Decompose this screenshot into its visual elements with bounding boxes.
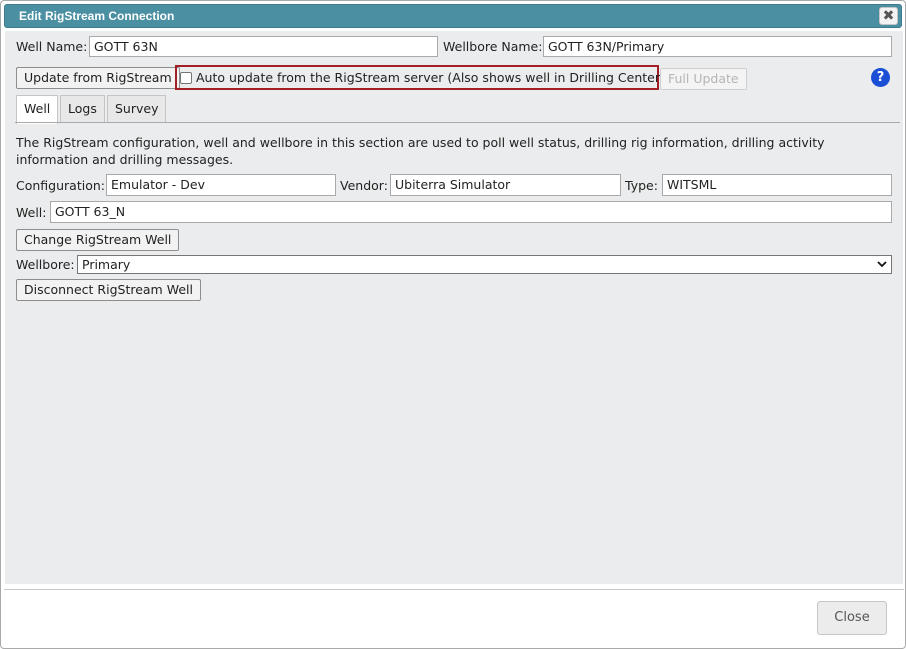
change-rigstream-well-button[interactable]: Change RigStream Well bbox=[16, 229, 180, 251]
dialog-titlebar[interactable]: Edit RigStream Connection ✖ bbox=[4, 4, 902, 28]
type-label: Type: bbox=[625, 178, 658, 193]
tab-divider bbox=[15, 122, 900, 123]
well-name-input[interactable]: GOTT 63N bbox=[89, 36, 438, 57]
update-from-rigstream-button[interactable]: Update from RigStream bbox=[16, 67, 180, 89]
wellbore-name-input[interactable]: GOTT 63N/Primary bbox=[543, 36, 892, 57]
full-update-button[interactable]: Full Update bbox=[660, 68, 747, 90]
tab-well[interactable]: Well bbox=[16, 95, 59, 124]
dialog-content: Well Name: GOTT 63N Wellbore Name: GOTT … bbox=[5, 31, 903, 584]
vendor-input[interactable]: Ubiterra Simulator bbox=[390, 174, 621, 196]
well-input[interactable]: GOTT 63_N bbox=[50, 201, 892, 223]
auto-update-label[interactable]: Auto update from the RigStream server (A… bbox=[196, 70, 665, 85]
wellbore-label: Wellbore: bbox=[16, 257, 75, 272]
disconnect-rigstream-well-button[interactable]: Disconnect RigStream Well bbox=[16, 279, 201, 301]
close-icon[interactable]: ✖ bbox=[879, 7, 898, 25]
chevron-down-icon bbox=[877, 256, 887, 275]
edit-rigstream-dialog: Edit RigStream Connection ✖ Well Name: G… bbox=[0, 0, 906, 649]
configuration-input[interactable]: Emulator - Dev bbox=[106, 174, 336, 196]
wellbore-select[interactable]: Primary bbox=[77, 255, 892, 274]
well-label: Well: bbox=[16, 205, 47, 220]
configuration-label: Configuration: bbox=[16, 178, 105, 193]
help-icon[interactable]: ? bbox=[871, 68, 890, 87]
tab-logs[interactable]: Logs bbox=[60, 95, 105, 122]
vendor-label: Vendor: bbox=[340, 178, 388, 193]
well-name-label: Well Name: bbox=[16, 39, 88, 54]
dialog-title: Edit RigStream Connection bbox=[19, 9, 175, 23]
wellbore-name-label: Wellbore Name: bbox=[443, 39, 543, 54]
footer-divider bbox=[4, 589, 904, 590]
auto-update-checkbox[interactable] bbox=[180, 72, 192, 84]
wellbore-select-value: Primary bbox=[82, 257, 131, 272]
type-input[interactable]: WITSML bbox=[662, 174, 892, 196]
well-tab-description: The RigStream configuration, well and we… bbox=[16, 135, 825, 167]
tab-survey[interactable]: Survey bbox=[107, 95, 167, 122]
close-button[interactable]: Close bbox=[817, 601, 887, 635]
